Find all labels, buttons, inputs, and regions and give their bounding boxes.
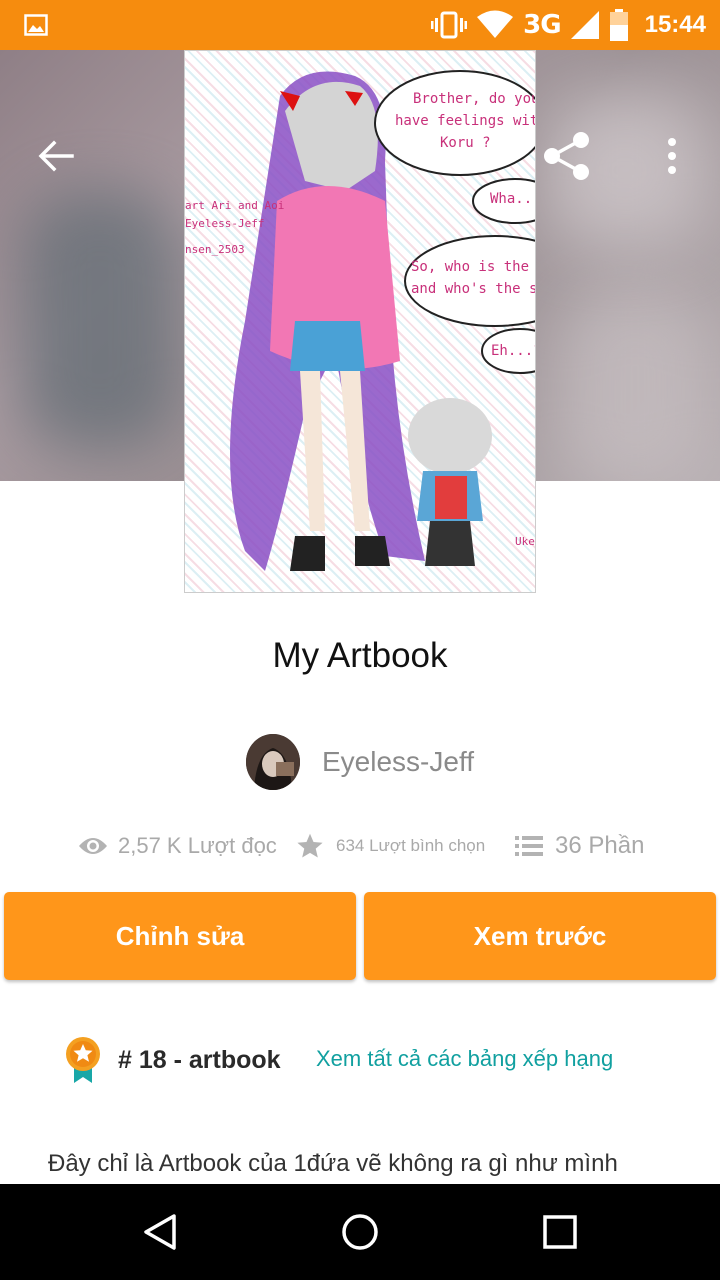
edit-button[interactable]: Chỉnh sửa (4, 892, 356, 980)
list-icon (515, 836, 543, 856)
more-vert-icon[interactable] (658, 136, 686, 176)
medal-icon (66, 1037, 100, 1083)
system-nav-bar (0, 1184, 720, 1280)
cover-image[interactable]: Brother, do you have feelings with Koru … (184, 50, 536, 593)
bubble-4-line-1: Eh...?! (491, 343, 536, 359)
credit-line-3: nsen_2503 (185, 243, 245, 256)
bubble-1-line-3: Koru ? (440, 135, 491, 151)
battery-icon (609, 9, 628, 41)
bubble-1-line-1: Brother, do you (413, 91, 536, 107)
avatar[interactable] (246, 734, 300, 790)
back-arrow-icon[interactable] (36, 136, 76, 176)
story-description: Đây chỉ là Artbook của 1đứa vẽ không ra … (48, 1150, 618, 1177)
story-stats: 2,57 K Lượt đọc 634 Lượt bình chọn 36 Ph… (0, 826, 720, 866)
reads-count: 2,57 K Lượt đọc (118, 833, 277, 858)
bubble-2-line-1: Wha...?! (490, 191, 536, 207)
signal-icon (570, 11, 599, 39)
credit-line-1: art Ari and Aoi (185, 199, 284, 212)
network-type: 3G (523, 10, 561, 40)
star-icon (297, 833, 323, 858)
uke-label: Uke (515, 535, 535, 548)
reads-stat: 2,57 K Lượt đọc (78, 826, 277, 866)
author-name[interactable]: Eyeless-Jeff (322, 746, 474, 778)
nav-home-icon[interactable] (340, 1212, 380, 1252)
votes-count: 634 Lượt bình chọn (336, 836, 486, 855)
ranking-row: # 18 - artbook (64, 1034, 281, 1086)
bubble-1-line-2: have feelings with (395, 113, 536, 129)
preview-button[interactable]: Xem trước (364, 892, 716, 980)
vibrate-icon (431, 11, 468, 39)
all-rankings-link[interactable]: Xem tất cả các bảng xếp hạng (316, 1046, 613, 1072)
status-bar: 3G 15:44 (0, 0, 720, 50)
ranking-text: # 18 - artbook (118, 1045, 281, 1074)
credit-line-2: Eyeless-Jeff (185, 217, 264, 230)
nav-back-icon[interactable] (140, 1212, 180, 1252)
gallery-icon (24, 14, 48, 36)
story-title: My Artbook (272, 636, 448, 675)
nav-recents-icon[interactable] (540, 1212, 580, 1252)
parts-count: 36 Phần (555, 832, 645, 859)
share-icon[interactable] (540, 130, 594, 184)
wifi-icon (477, 10, 514, 38)
parts-stat: 36 Phần (515, 826, 644, 866)
bubble-3-line-1: So, who is the uke (411, 259, 536, 275)
status-icons: 3G 15:44 (431, 8, 706, 42)
votes-stat: 634 Lượt bình chọn (296, 826, 485, 866)
eye-icon (79, 838, 107, 854)
clock: 15:44 (644, 11, 706, 38)
author-row[interactable]: Eyeless-Jeff (246, 733, 474, 791)
bubble-3-line-2: and who's the sem (411, 281, 536, 297)
